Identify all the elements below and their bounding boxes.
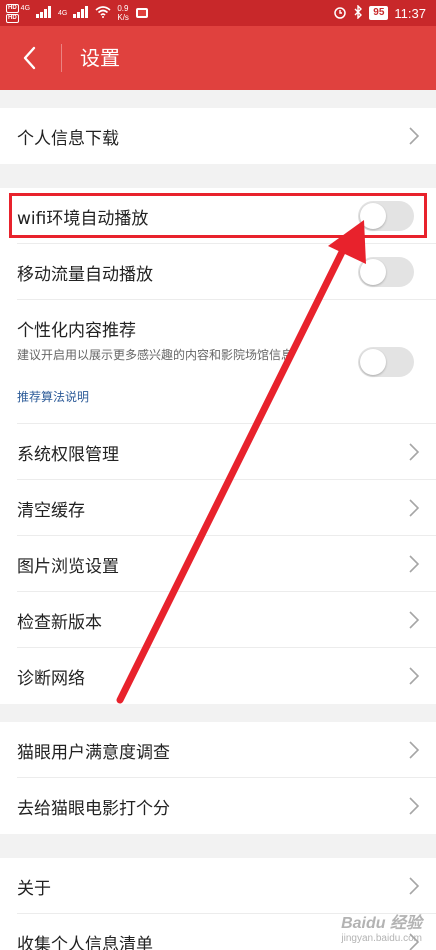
- signal-label: 4G: [20, 4, 31, 12]
- settings-item-rate-app[interactable]: 去给猫眼电影打个分: [0, 778, 436, 834]
- network-speed: 0.9 K/s: [117, 4, 129, 22]
- mobile-autoplay-toggle[interactable]: [358, 257, 414, 287]
- wifi-icon: [95, 5, 111, 21]
- settings-item-about[interactable]: 关于: [0, 858, 436, 914]
- bluetooth-icon: [353, 3, 363, 22]
- signal-indicators: HD 4G HD: [6, 3, 31, 23]
- annotation-highlight-box: [9, 193, 427, 238]
- status-right: 95 11:37: [333, 0, 426, 26]
- signal-label: 4G: [58, 9, 68, 17]
- watermark-text: Baidu 经验: [341, 915, 422, 932]
- settings-item-label: 诊断网络: [17, 668, 85, 689]
- header-bar: 设置: [0, 26, 436, 90]
- settings-item-label: 收集个人信息清单: [17, 934, 153, 950]
- hd-badge: HD: [6, 13, 19, 23]
- settings-item-label: 系统权限管理: [17, 444, 119, 465]
- page-title: 设置: [80, 46, 120, 70]
- chevron-right-icon: [409, 443, 420, 461]
- header-divider: [61, 44, 62, 72]
- watermark-subtext: jingyan.baidu.com: [341, 933, 422, 944]
- chevron-right-icon: [409, 127, 420, 145]
- back-button[interactable]: [10, 36, 54, 80]
- settings-item-label: 清空缓存: [17, 500, 85, 521]
- settings-item-description: 建议开启用以展示更多感兴趣的内容和影院场馆信息: [17, 348, 294, 362]
- toggle-knob: [360, 349, 386, 375]
- settings-item-personal-info-download[interactable]: 个人信息下载: [0, 108, 436, 164]
- status-left: HD 4G HD 4G 0.9 K/s: [6, 2, 149, 24]
- alarm-icon: [333, 5, 347, 22]
- chevron-left-icon: [10, 46, 54, 84]
- settings-item-personalized-recommendation: 个性化内容推荐 建议开启用以展示更多感兴趣的内容和影院场馆信息 推荐算法说明: [0, 300, 436, 424]
- settings-item-check-update[interactable]: 检查新版本: [0, 592, 436, 648]
- clock: 11:37: [394, 5, 426, 21]
- settings-item-mobile-autoplay: 移动流量自动播放: [0, 244, 436, 300]
- settings-item-label: 去给猫眼电影打个分: [17, 798, 170, 819]
- settings-item-label: 猫眼用户满意度调查: [17, 742, 170, 763]
- settings-item-system-permissions[interactable]: 系统权限管理: [0, 424, 436, 480]
- network-speed-unit: K/s: [117, 13, 129, 22]
- chevron-right-icon: [409, 667, 420, 685]
- battery-indicator: 95: [369, 6, 389, 20]
- watermark-logo: Baidu 经验 jingyan.baidu.com: [341, 909, 422, 944]
- app-notification-icon: [135, 5, 149, 22]
- settings-item-clear-cache[interactable]: 清空缓存: [0, 480, 436, 536]
- settings-item-label: 关于: [17, 878, 51, 899]
- settings-item-label: 检查新版本: [17, 612, 102, 633]
- settings-item-label: 个性化内容推荐: [17, 321, 136, 341]
- settings-item-label: 图片浏览设置: [17, 556, 119, 577]
- personalized-recommendation-toggle[interactable]: [358, 347, 414, 377]
- signal-icon: [73, 5, 89, 21]
- settings-item-image-browsing[interactable]: 图片浏览设置: [0, 536, 436, 592]
- settings-item-label: 移动流量自动播放: [17, 264, 153, 285]
- settings-group-playback: wifi环境自动播放 移动流量自动播放 个性化内容推荐 建议开启用以展示更多感兴…: [0, 188, 436, 704]
- settings-group-data: 个人信息下载: [0, 108, 436, 164]
- settings-item-satisfaction-survey[interactable]: 猫眼用户满意度调查: [0, 722, 436, 778]
- chevron-right-icon: [409, 797, 420, 815]
- settings-item-network-diagnosis[interactable]: 诊断网络: [0, 648, 436, 704]
- settings-group-feedback: 猫眼用户满意度调查 去给猫眼电影打个分: [0, 722, 436, 834]
- signal-icon: [36, 5, 52, 21]
- toggle-knob: [360, 259, 386, 285]
- hd-badge: HD: [6, 3, 19, 13]
- chevron-right-icon: [409, 555, 420, 573]
- chevron-right-icon: [409, 499, 420, 517]
- chevron-right-icon: [409, 741, 420, 759]
- status-bar: HD 4G HD 4G 0.9 K/s 95 11:37: [0, 0, 436, 26]
- network-speed-value: 0.9: [117, 4, 129, 13]
- algorithm-explanation-link[interactable]: 推荐算法说明: [17, 388, 89, 405]
- chevron-right-icon: [409, 877, 420, 895]
- settings-item-label: 个人信息下载: [17, 128, 119, 149]
- chevron-right-icon: [409, 611, 420, 629]
